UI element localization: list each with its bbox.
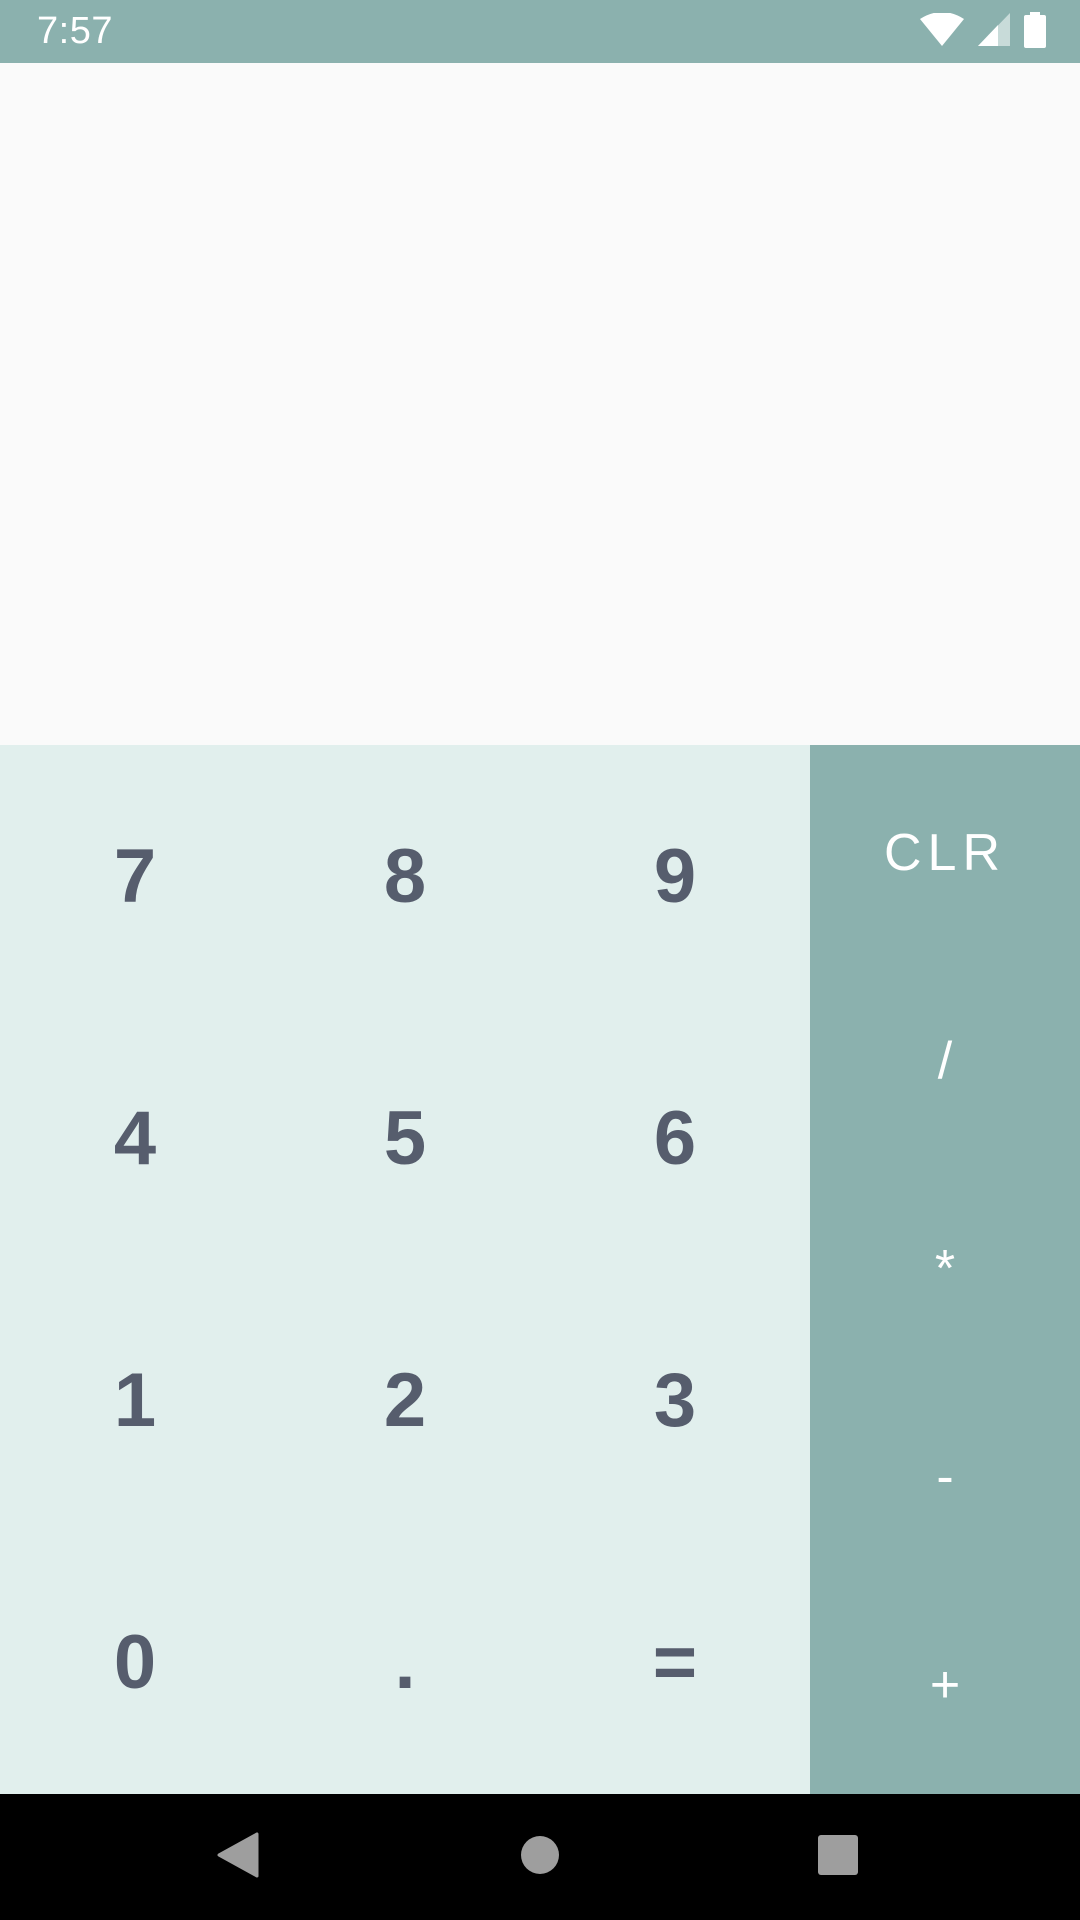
key-2[interactable]: 2 [270, 1269, 540, 1531]
key-decimal[interactable]: . [270, 1531, 540, 1793]
status-icons [920, 11, 1046, 53]
key-5[interactable]: 5 [270, 1007, 540, 1269]
status-time: 7:57 [37, 10, 113, 52]
back-button[interactable] [178, 1794, 298, 1920]
status-bar: 7:57 [0, 0, 1080, 63]
key-4[interactable]: 4 [0, 1007, 270, 1269]
key-3[interactable]: 3 [540, 1269, 810, 1531]
key-6[interactable]: 6 [540, 1007, 810, 1269]
key-equals[interactable]: = [540, 1531, 810, 1793]
key-0[interactable]: 0 [0, 1531, 270, 1793]
battery-icon [1024, 11, 1046, 53]
subtract-button[interactable]: - [810, 1387, 1080, 1567]
home-icon [520, 1835, 560, 1880]
multiply-button[interactable]: * [810, 1179, 1080, 1359]
wifi-icon [920, 11, 964, 52]
home-button[interactable] [480, 1794, 600, 1920]
clear-button[interactable]: CLR [810, 763, 1080, 943]
divide-button[interactable]: / [810, 971, 1080, 1151]
number-keypad: 7 8 9 4 5 6 1 2 3 0 . = [0, 745, 810, 1794]
calculator-display [0, 63, 1080, 745]
recents-icon [818, 1834, 858, 1880]
navigation-bar [0, 1794, 1080, 1920]
add-button[interactable]: + [810, 1595, 1080, 1775]
operator-panel: CLR / * - + [810, 745, 1080, 1794]
recents-button[interactable] [778, 1794, 898, 1920]
key-8[interactable]: 8 [270, 745, 540, 1007]
key-1[interactable]: 1 [0, 1269, 270, 1531]
key-9[interactable]: 9 [540, 745, 810, 1007]
back-icon [217, 1832, 259, 1883]
signal-icon [978, 12, 1010, 52]
key-7[interactable]: 7 [0, 745, 270, 1007]
